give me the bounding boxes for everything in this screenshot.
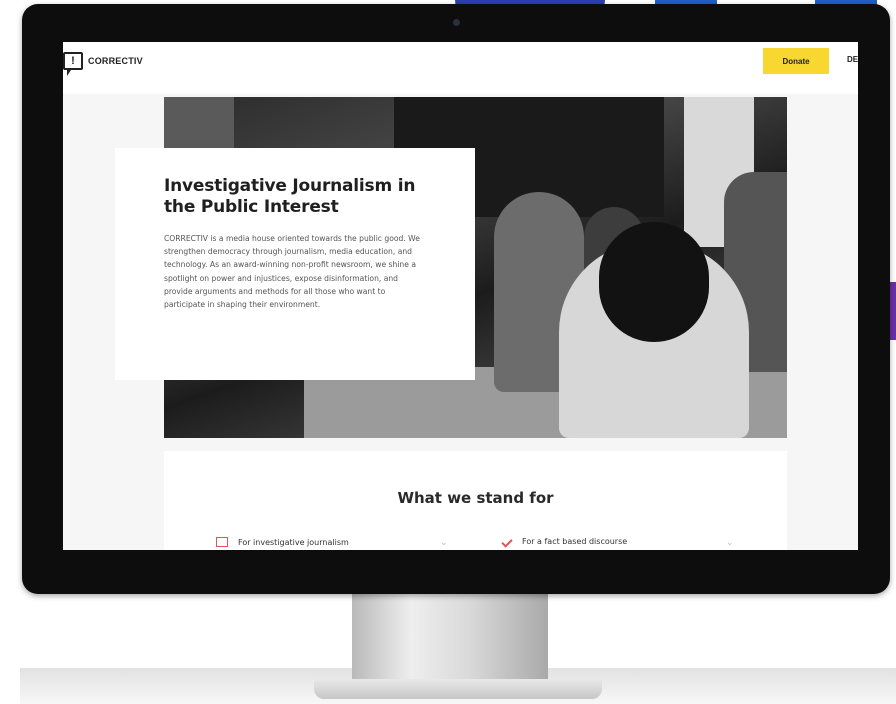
logo[interactable]: ! CORRECTIV xyxy=(63,50,143,76)
monitor-stand-base xyxy=(314,679,602,699)
value-item-investigative[interactable]: For investigative journalism xyxy=(216,537,349,547)
chevron-down-icon[interactable]: ⌄ xyxy=(726,537,734,548)
hero-title: Investigative Journalism in the Public I… xyxy=(164,176,416,217)
hero-description: CORRECTIV is a media house oriented towa… xyxy=(164,234,420,310)
language-switch[interactable]: DE xyxy=(847,55,858,64)
donate-button[interactable]: Donate xyxy=(763,48,829,74)
hero-image-shelf xyxy=(164,97,234,152)
section-title: What we stand for xyxy=(397,489,554,507)
monitor-stand xyxy=(352,593,548,679)
value-item-fact-based[interactable]: For a fact based discourse xyxy=(501,535,628,548)
hero-card: Investigative Journalism in the Public I… xyxy=(115,148,475,380)
logo-icon: ! xyxy=(63,52,83,76)
chevron-down-icon[interactable]: ⌄ xyxy=(440,537,448,548)
value-label: For a fact based discourse xyxy=(522,537,628,546)
website-screen: ! CORRECTIV Donate DE Investigative Jour… xyxy=(63,42,858,550)
hero-image-person xyxy=(599,222,709,342)
values-section: What we stand for For investigative jour… xyxy=(164,451,787,550)
check-icon xyxy=(501,535,513,548)
value-label: For investigative journalism xyxy=(238,537,349,547)
document-icon xyxy=(216,537,228,547)
logo-text: CORRECTIV xyxy=(88,56,143,66)
site-header: ! CORRECTIV Donate DE xyxy=(63,42,858,94)
camera-icon xyxy=(453,19,460,26)
